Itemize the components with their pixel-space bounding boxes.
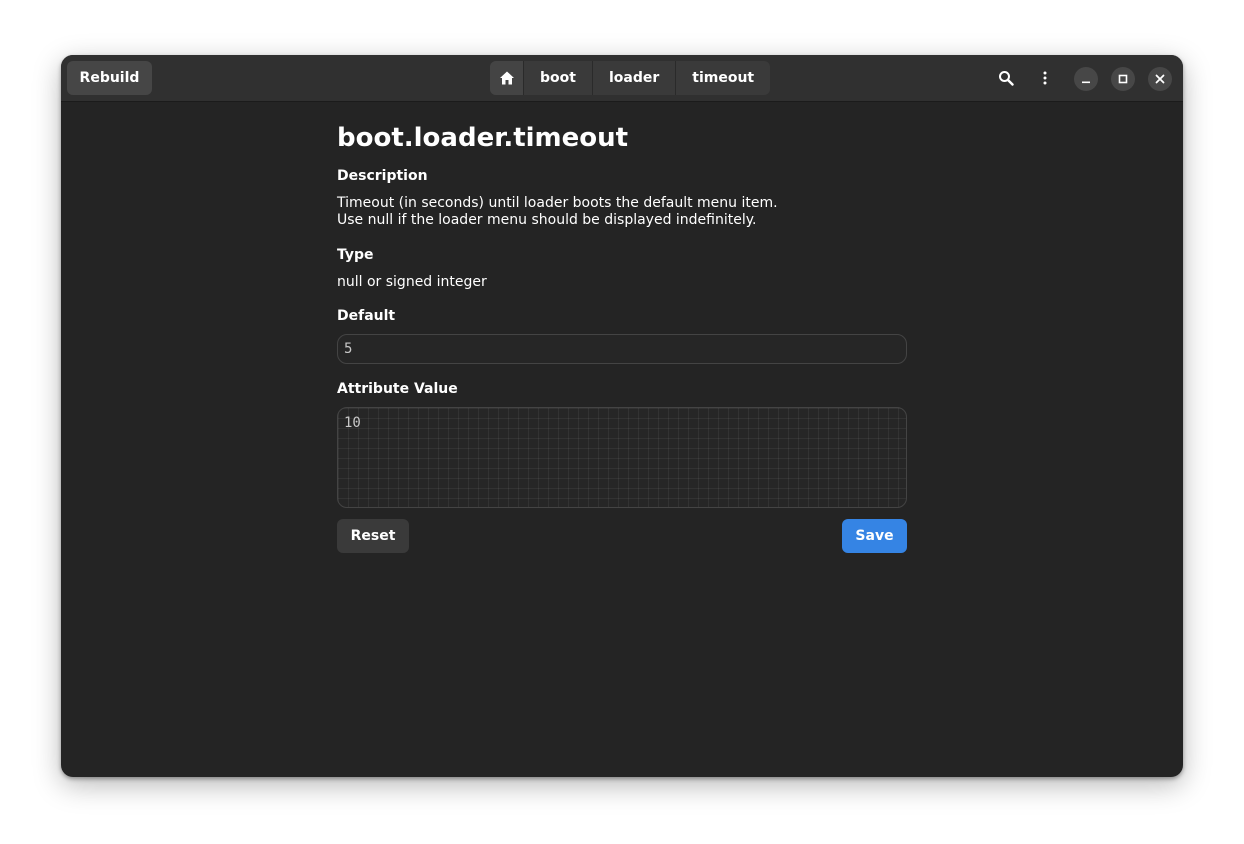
breadcrumb-home-button[interactable] [490, 61, 523, 95]
minimize-button[interactable] [1074, 67, 1098, 91]
attribute-value-editor[interactable]: 10 [337, 407, 907, 508]
option-details: boot.loader.timeout Description Timeout … [337, 101, 907, 553]
maximize-button[interactable] [1111, 67, 1135, 91]
vertical-dots-menu-icon [1043, 71, 1047, 85]
maximize-icon [1118, 74, 1128, 84]
breadcrumb: boot loader timeout [490, 61, 771, 95]
description-line: Use null if the loader menu should be di… [337, 212, 757, 228]
description-label: Description [337, 168, 428, 184]
breadcrumb-item-boot[interactable]: boot [523, 61, 592, 95]
close-icon [1155, 74, 1165, 84]
description-line: Timeout (in seconds) until loader boots … [337, 195, 778, 211]
search-icon [999, 71, 1014, 86]
attribute-value-label: Attribute Value [337, 381, 458, 397]
app-window: Rebuild boot loader timeout boot.loader.… [61, 55, 1183, 777]
reset-button[interactable]: Reset [337, 519, 409, 553]
type-value: null or signed integer [337, 274, 487, 290]
page-title: boot.loader.timeout [337, 123, 629, 153]
minimize-icon [1082, 81, 1090, 84]
rebuild-button[interactable]: Rebuild [67, 61, 152, 95]
default-label: Default [337, 308, 396, 324]
type-label: Type [337, 247, 374, 263]
main-menu-button[interactable] [1028, 61, 1062, 95]
default-value-field: 5 [337, 334, 907, 364]
home-icon [499, 71, 514, 85]
close-button[interactable] [1148, 67, 1172, 91]
search-button[interactable] [989, 61, 1023, 95]
breadcrumb-item-loader[interactable]: loader [591, 61, 675, 95]
save-button[interactable]: Save [842, 519, 907, 553]
breadcrumb-item-timeout[interactable]: timeout [675, 61, 770, 95]
action-row: Reset Save [337, 519, 907, 553]
description-text: Timeout (in seconds) until loader boots … [337, 195, 907, 229]
header-bar: Rebuild boot loader timeout [61, 55, 1183, 102]
